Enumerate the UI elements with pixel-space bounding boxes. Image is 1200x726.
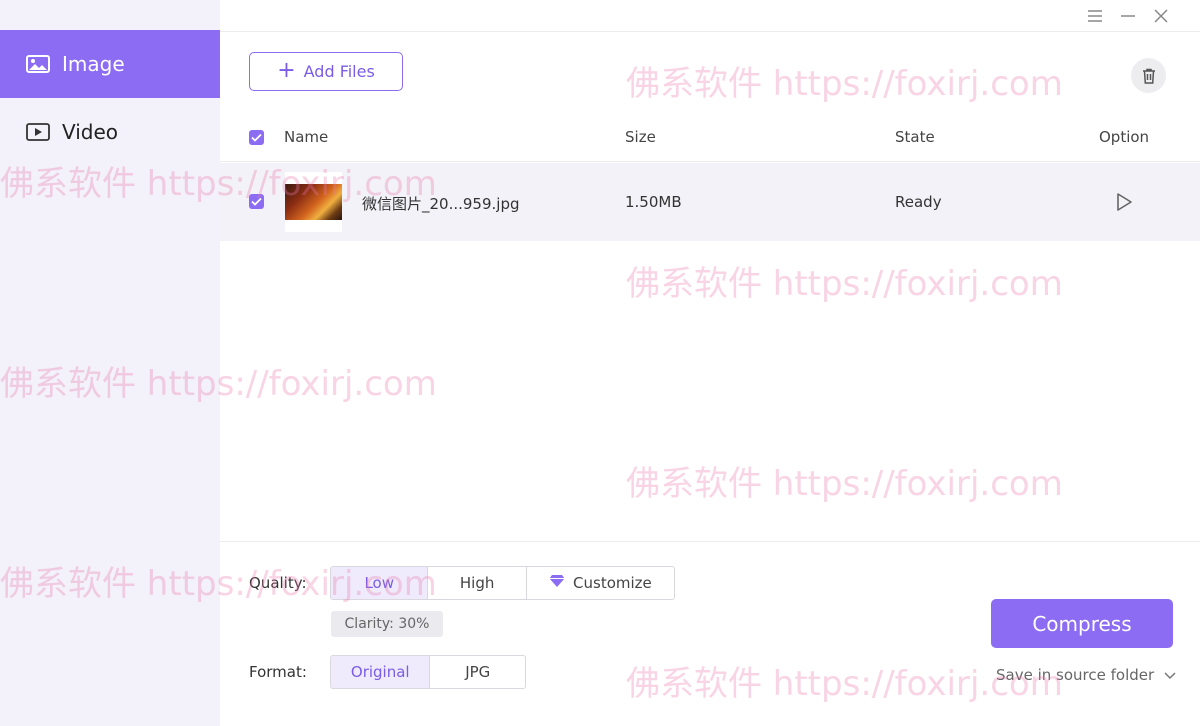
quality-selector: Low High Customize [330,566,675,600]
compress-button[interactable]: Compress [991,599,1173,648]
watermark: 佛系软件 https://foxirj.com [626,264,1063,304]
watermark: 佛系软件 https://foxirj.com [626,64,1063,104]
image-icon [26,54,50,74]
table-row[interactable]: 微信图片_20...959.jpg 1.50MB Ready [220,163,1200,241]
format-option-original[interactable]: Original [331,656,431,688]
column-header-state[interactable]: State [895,128,935,146]
row-checkbox[interactable] [249,194,264,209]
select-all-checkbox[interactable] [249,130,264,145]
play-icon[interactable] [1113,191,1135,213]
video-icon [26,122,50,142]
file-thumbnail [285,172,342,232]
format-label: Format: [249,663,307,681]
chevron-down-icon [1164,666,1176,684]
trash-icon[interactable] [1131,58,1166,93]
save-location-label: Save in source folder [996,666,1155,684]
clarity-badge: Clarity: 30% [331,611,443,637]
file-size: 1.50MB [625,193,682,211]
sidebar-item-video[interactable]: Video [0,98,220,166]
file-state: Ready [895,193,942,211]
file-name: 微信图片_20...959.jpg [362,195,520,213]
format-selector: Original JPG [330,655,526,689]
quality-option-customize[interactable]: Customize [526,567,674,599]
quality-option-low[interactable]: Low [331,567,429,599]
customize-label: Customize [573,574,652,592]
column-header-size[interactable]: Size [625,128,656,146]
sidebar: Image Video [0,0,220,726]
watermark: 佛系软件 https://foxirj.com [626,464,1063,504]
diamond-icon [549,574,565,592]
sidebar-item-image[interactable]: Image [0,30,220,98]
close-icon[interactable] [1149,4,1173,28]
sidebar-item-label: Image [62,52,125,76]
format-option-jpg[interactable]: JPG [430,656,525,688]
title-divider [220,31,1200,32]
plus-icon: + [277,57,296,83]
quality-label: Quality: [249,574,307,592]
menu-icon[interactable] [1083,4,1107,28]
sidebar-item-label: Video [62,120,119,144]
column-header-name[interactable]: Name [284,128,328,146]
settings-divider [220,541,1200,542]
save-location-dropdown[interactable]: Save in source folder [996,664,1176,686]
quality-option-high[interactable]: High [428,567,527,599]
table-header: Name Size State Option [220,113,1200,162]
add-files-label: Add Files [303,62,375,81]
minimize-icon[interactable] [1116,4,1140,28]
add-files-button[interactable]: + Add Files [249,52,403,91]
column-header-option: Option [1099,128,1150,146]
